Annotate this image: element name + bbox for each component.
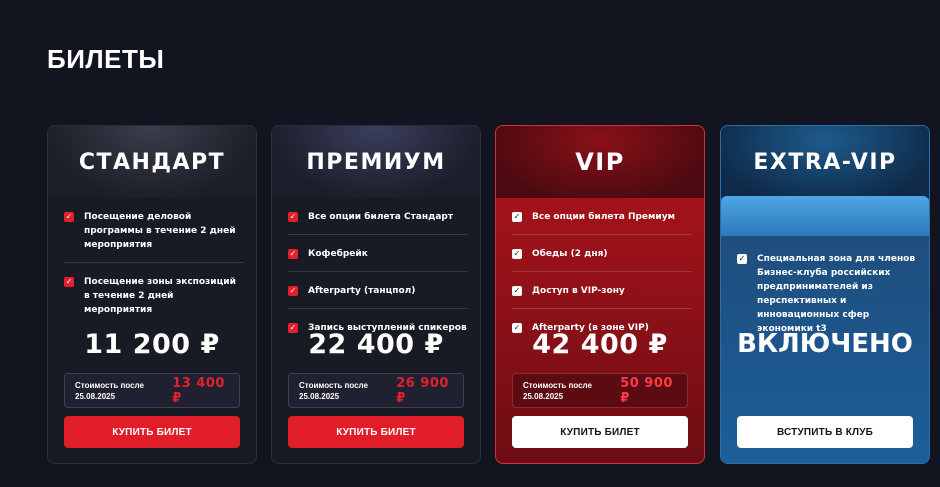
ticket-header: ПРЕМИУМ [272, 126, 480, 198]
feature-item: ✓ Посещение деловой программы в течение … [64, 206, 244, 263]
ticket-price: ВКЛЮЧЕНО [737, 329, 913, 359]
checkbox-checked-icon: ✓ [737, 254, 747, 264]
feature-item: ✓ Все опции билета Стандарт [288, 206, 468, 235]
later-price-value: 26 900 ₽ [396, 375, 449, 406]
feature-text: Afterparty (танцпол) [308, 286, 416, 296]
ticket-name: СТАНДАРТ [78, 149, 226, 175]
checkbox-checked-icon: ✓ [288, 249, 298, 259]
checkbox-checked-icon: ✓ [288, 286, 298, 296]
feature-item: ✓ Afterparty (танцпол) [288, 280, 468, 309]
later-price-box: Стоимость после 25.08.2025 26 900 ₽ [288, 373, 464, 408]
feature-text: Доступ в VIP-зону [532, 286, 625, 296]
feature-text: Посещение деловой программы в течение 2 … [84, 212, 236, 250]
join-club-button[interactable]: ВСТУПИТЬ В КЛУБ [737, 416, 913, 448]
buy-ticket-button[interactable]: КУПИТЬ БИЛЕТ [288, 416, 464, 448]
feature-item: ✓ Посещение зоны экспозиций в течение 2 … [64, 271, 244, 327]
ticket-header: VIP [496, 126, 704, 198]
feature-text: Кофебрейк [308, 249, 368, 259]
later-price-value: 50 900 ₽ [620, 375, 673, 406]
ticket-name: EXTRA-VIP [753, 149, 897, 175]
feature-text: Обеды (2 дня) [532, 249, 608, 259]
checkbox-checked-icon: ✓ [288, 212, 298, 222]
feature-item: ✓ Обеды (2 дня) [512, 243, 692, 272]
feature-text: Посещение зоны экспозиций в течение 2 дн… [84, 277, 236, 315]
later-price-label: Стоимость после 25.08.2025 [299, 380, 368, 401]
buy-ticket-button[interactable]: КУПИТЬ БИЛЕТ [64, 416, 240, 448]
checkbox-checked-icon: ✓ [64, 277, 74, 287]
later-price-label: Стоимость после 25.08.2025 [523, 380, 592, 401]
section-title: БИЛЕТЫ [47, 44, 165, 74]
ticket-card-standard: СТАНДАРТ ✓ Посещение деловой программы в… [47, 125, 257, 464]
checkbox-checked-icon: ✓ [64, 212, 74, 222]
card-highlight-strip [721, 196, 929, 238]
ticket-header: EXTRA-VIP [721, 126, 929, 198]
ticket-header: СТАНДАРТ [48, 126, 256, 198]
feature-item: ✓ Доступ в VIP-зону [512, 280, 692, 309]
ticket-card-vip: VIP ✓ Все опции билета Премиум ✓ Обеды (… [495, 125, 705, 464]
feature-text: Все опции билета Стандарт [308, 212, 454, 222]
ticket-name: ПРЕМИУМ [306, 149, 446, 175]
ticket-price: 11 200 ₽ [84, 329, 220, 360]
checkbox-checked-icon: ✓ [512, 212, 522, 222]
checkbox-checked-icon: ✓ [512, 249, 522, 259]
buy-ticket-button[interactable]: КУПИТЬ БИЛЕТ [512, 416, 688, 448]
feature-text: Специальная зона для членов Бизнес-клуба… [757, 254, 916, 334]
checkbox-checked-icon: ✓ [512, 286, 522, 296]
later-price-value: 13 400 ₽ [172, 375, 225, 406]
ticket-card-premium: ПРЕМИУМ ✓ Все опции билета Стандарт ✓ Ко… [271, 125, 481, 464]
ticket-price: 22 400 ₽ [308, 329, 444, 360]
feature-item: ✓ Все опции билета Премиум [512, 206, 692, 235]
later-price-box: Стоимость после 25.08.2025 50 900 ₽ [512, 373, 688, 408]
ticket-name: VIP [575, 148, 625, 176]
ticket-price: 42 400 ₽ [532, 329, 668, 360]
later-price-label: Стоимость после 25.08.2025 [75, 380, 144, 401]
feature-item: ✓ Кофебрейк [288, 243, 468, 272]
feature-list: ✓ Посещение деловой программы в течение … [64, 206, 244, 335]
feature-text: Все опции билета Премиум [532, 212, 675, 222]
later-price-box: Стоимость после 25.08.2025 13 400 ₽ [64, 373, 240, 408]
ticket-card-extra-vip: EXTRA-VIP ✓ Специальная зона для членов … [720, 125, 930, 464]
